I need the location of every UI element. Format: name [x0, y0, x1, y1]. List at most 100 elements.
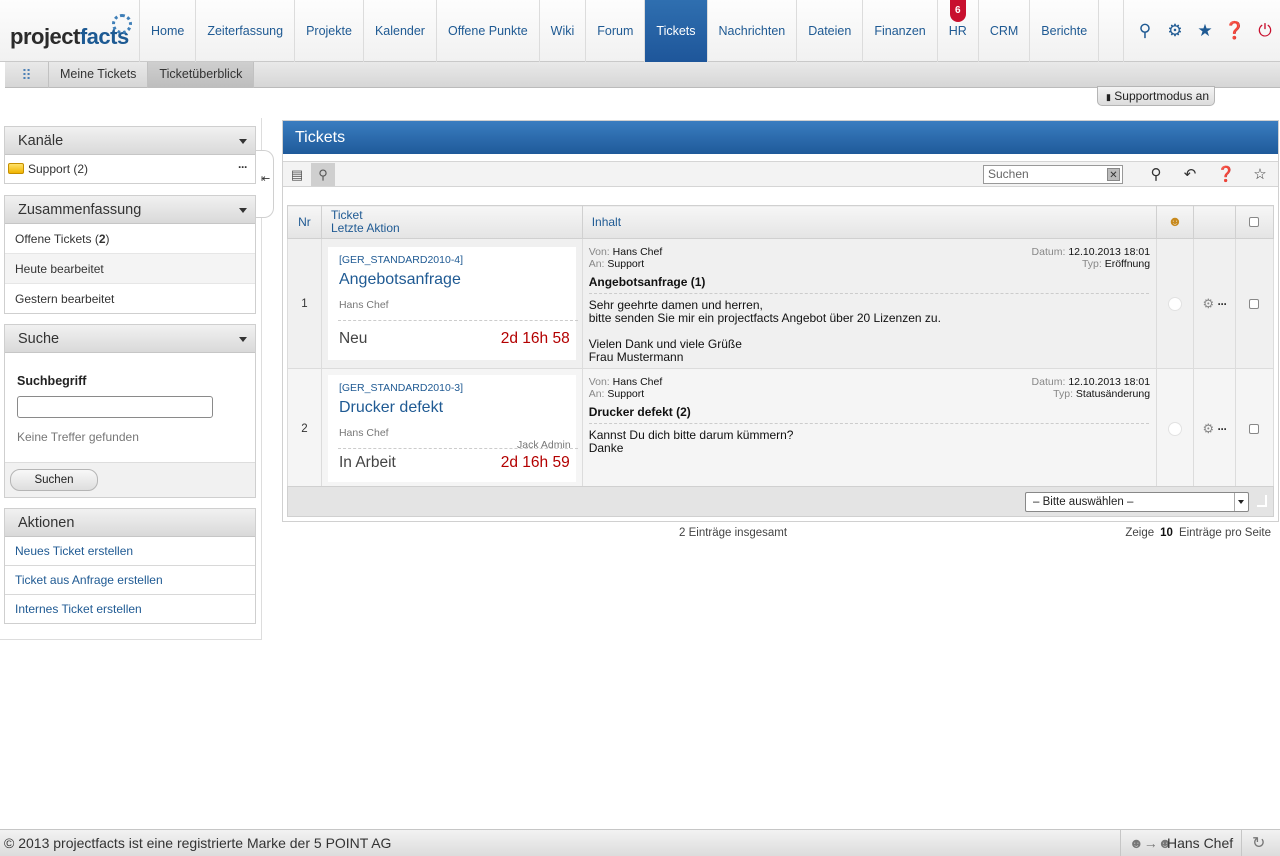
grid-icon[interactable]: ⠿: [5, 62, 49, 88]
message-from-to: Von: Hans Chef An: Support: [588, 376, 663, 400]
col-content[interactable]: Inhalt: [581, 205, 1158, 239]
channels-header[interactable]: Kanäle: [5, 127, 255, 155]
actions-header: Aktionen: [5, 509, 255, 537]
nav-nachrichten[interactable]: Nachrichten: [708, 0, 798, 62]
ticket-from-request-link[interactable]: Ticket aus Anfrage erstellen: [5, 566, 255, 595]
nav-projekte[interactable]: Projekte: [295, 0, 364, 62]
nav-berichte[interactable]: Berichte: [1030, 0, 1100, 62]
ticket-card[interactable]: [GER_STANDARD2010-4] Angebotsanfrage Han…: [327, 247, 578, 360]
collapse-arrow-icon[interactable]: ⇤: [261, 172, 270, 185]
tickets-table: Nr Ticket Letzte Aktion Inhalt ☻ 1 [GER_S…: [287, 205, 1275, 489]
nav-wiki[interactable]: Wiki: [540, 0, 587, 62]
search-icon[interactable]: ⚲: [1130, 21, 1160, 41]
divider: [337, 307, 578, 321]
tickets-toolbar: ▤ ⚲ Suchen ✕ ⚲ ↶ ❓ ☆: [283, 161, 1278, 187]
detail-view-icon[interactable]: ⚲: [311, 163, 335, 186]
ticket-id[interactable]: [GER_STANDARD2010-4]: [339, 254, 463, 266]
unassigned-indicator: [1168, 421, 1183, 436]
resize-handle-icon[interactable]: [1257, 495, 1267, 507]
more-icon[interactable]: ···: [1218, 422, 1228, 436]
table-footer: – Bitte auswählen –: [287, 486, 1274, 517]
logo-text: projectfacts: [10, 24, 129, 49]
search-button[interactable]: Suchen: [10, 469, 98, 491]
ticket-cell: [GER_STANDARD2010-3] Drucker defekt Hans…: [320, 368, 583, 489]
nav-finanzen[interactable]: Finanzen: [863, 0, 938, 62]
gear-icon[interactable]: ⚙: [1160, 21, 1190, 41]
col-assignee[interactable]: ☻: [1156, 205, 1195, 239]
ticket-search-input[interactable]: Suchen ✕: [983, 165, 1123, 184]
user-badge-icon: ☻: [1167, 213, 1183, 229]
refresh-icon[interactable]: ↻: [1252, 833, 1265, 853]
nav-offene-punkte[interactable]: Offene Punkte: [437, 0, 540, 62]
logo-mark-icon: [112, 14, 132, 34]
logo[interactable]: projectfacts: [0, 0, 140, 62]
content-cell: Von: Hans Chef An: Support Datum: 12.10.2…: [581, 238, 1158, 369]
nav-forum[interactable]: Forum: [586, 0, 646, 62]
ticket-status: Neu: [338, 330, 368, 347]
notification-badge: 6: [949, 0, 966, 22]
actions-cell: ⚙ ···: [1193, 238, 1236, 369]
channel-item-support[interactable]: Support (2) ···: [5, 155, 255, 183]
nav-crm[interactable]: CRM: [979, 0, 1031, 62]
table-row[interactable]: 2 [GER_STANDARD2010-3] Drucker defekt Ha…: [287, 368, 1275, 489]
summary-open-tickets[interactable]: Offene Tickets (2): [5, 224, 255, 254]
table-row[interactable]: 1 [GER_STANDARD2010-4] Angebotsanfrage H…: [287, 238, 1275, 369]
row-checkbox[interactable]: [1249, 298, 1260, 309]
select-all-checkbox[interactable]: [1249, 217, 1260, 227]
more-icon[interactable]: ···: [1218, 297, 1228, 311]
col-nr[interactable]: Nr: [287, 205, 322, 239]
ticket-title[interactable]: Drucker defekt: [339, 399, 443, 417]
power-icon[interactable]: ⏻: [1250, 21, 1280, 41]
tab-meine-tickets[interactable]: Meine Tickets: [49, 62, 149, 88]
favorite-star-icon[interactable]: ☆: [1245, 163, 1275, 186]
summary-yesterday[interactable]: Gestern bearbeitet: [5, 284, 255, 314]
col-ticket[interactable]: Ticket Letzte Aktion: [320, 205, 583, 239]
search-term-label: Suchbegriff: [17, 374, 87, 388]
ticket-title[interactable]: Angebotsanfrage: [339, 271, 461, 289]
gear-icon[interactable]: ⚙: [1203, 421, 1215, 436]
row-checkbox[interactable]: [1249, 423, 1260, 434]
help-icon[interactable]: ❓: [1220, 21, 1250, 41]
chevron-down-icon: [1234, 493, 1248, 511]
ticket-id[interactable]: [GER_STANDARD2010-3]: [339, 382, 463, 394]
message-body: Sehr geehrte damen und herren, bitte sen…: [588, 298, 941, 364]
clear-search-icon[interactable]: ✕: [1107, 168, 1120, 181]
folder-icon: [8, 163, 24, 174]
nav-home[interactable]: Home: [140, 0, 197, 62]
copyright-text: © 2013 projectfacts ist eine registriert…: [4, 835, 392, 851]
page-size[interactable]: 10: [1160, 527, 1173, 539]
chevron-down-icon: [239, 139, 247, 144]
new-ticket-link[interactable]: Neues Ticket erstellen: [5, 537, 255, 566]
undo-icon[interactable]: ↶: [1175, 163, 1205, 186]
col-actions: [1193, 205, 1236, 239]
gear-icon[interactable]: ⚙: [1203, 296, 1215, 311]
more-icon[interactable]: ···: [238, 153, 248, 181]
footer: © 2013 projectfacts ist eine registriert…: [0, 829, 1280, 856]
current-user[interactable]: ☻→☻ Hans Chef: [1120, 830, 1242, 856]
ticket-status: In Arbeit: [338, 454, 396, 471]
summary-today[interactable]: Heute bearbeitet: [5, 254, 255, 284]
list-view-icon[interactable]: ▤: [285, 163, 309, 186]
summary-header[interactable]: Zusammenfassung: [5, 196, 255, 224]
search-term-input[interactable]: [17, 396, 213, 418]
tab-ticketueberblick[interactable]: Ticketüberblick: [148, 62, 255, 88]
nav-dateien[interactable]: Dateien: [797, 0, 864, 62]
nav-tickets[interactable]: Tickets: [645, 0, 708, 62]
internal-ticket-link[interactable]: Internes Ticket erstellen: [5, 595, 255, 623]
help-bubble-icon[interactable]: ❓: [1211, 163, 1241, 186]
bulk-action-select[interactable]: – Bitte auswählen –: [1025, 492, 1249, 512]
support-mode-button[interactable]: ▮ Supportmodus an: [1097, 86, 1215, 106]
row-number: 1: [287, 238, 322, 369]
nav-kalender[interactable]: Kalender: [364, 0, 437, 62]
nav-zeiterfassung[interactable]: Zeiterfassung: [196, 0, 296, 62]
ticket-card[interactable]: [GER_STANDARD2010-3] Drucker defekt Hans…: [327, 375, 578, 482]
advanced-search-icon[interactable]: ⚲: [1141, 163, 1171, 186]
nav-hr[interactable]: HR 6: [938, 0, 979, 62]
search-header[interactable]: Suche: [5, 325, 255, 353]
page-title: Tickets: [283, 121, 1278, 154]
top-navigation: projectfacts Home Zeiterfassung Projekte…: [0, 0, 1280, 62]
star-icon[interactable]: ★: [1190, 21, 1220, 41]
summary-panel: Zusammenfassung Offene Tickets (2) Heute…: [4, 195, 256, 314]
ticket-age: 2d 16h 58: [500, 330, 570, 347]
entries-per-page: Zeige 10 Einträge pro Seite: [1125, 527, 1271, 539]
